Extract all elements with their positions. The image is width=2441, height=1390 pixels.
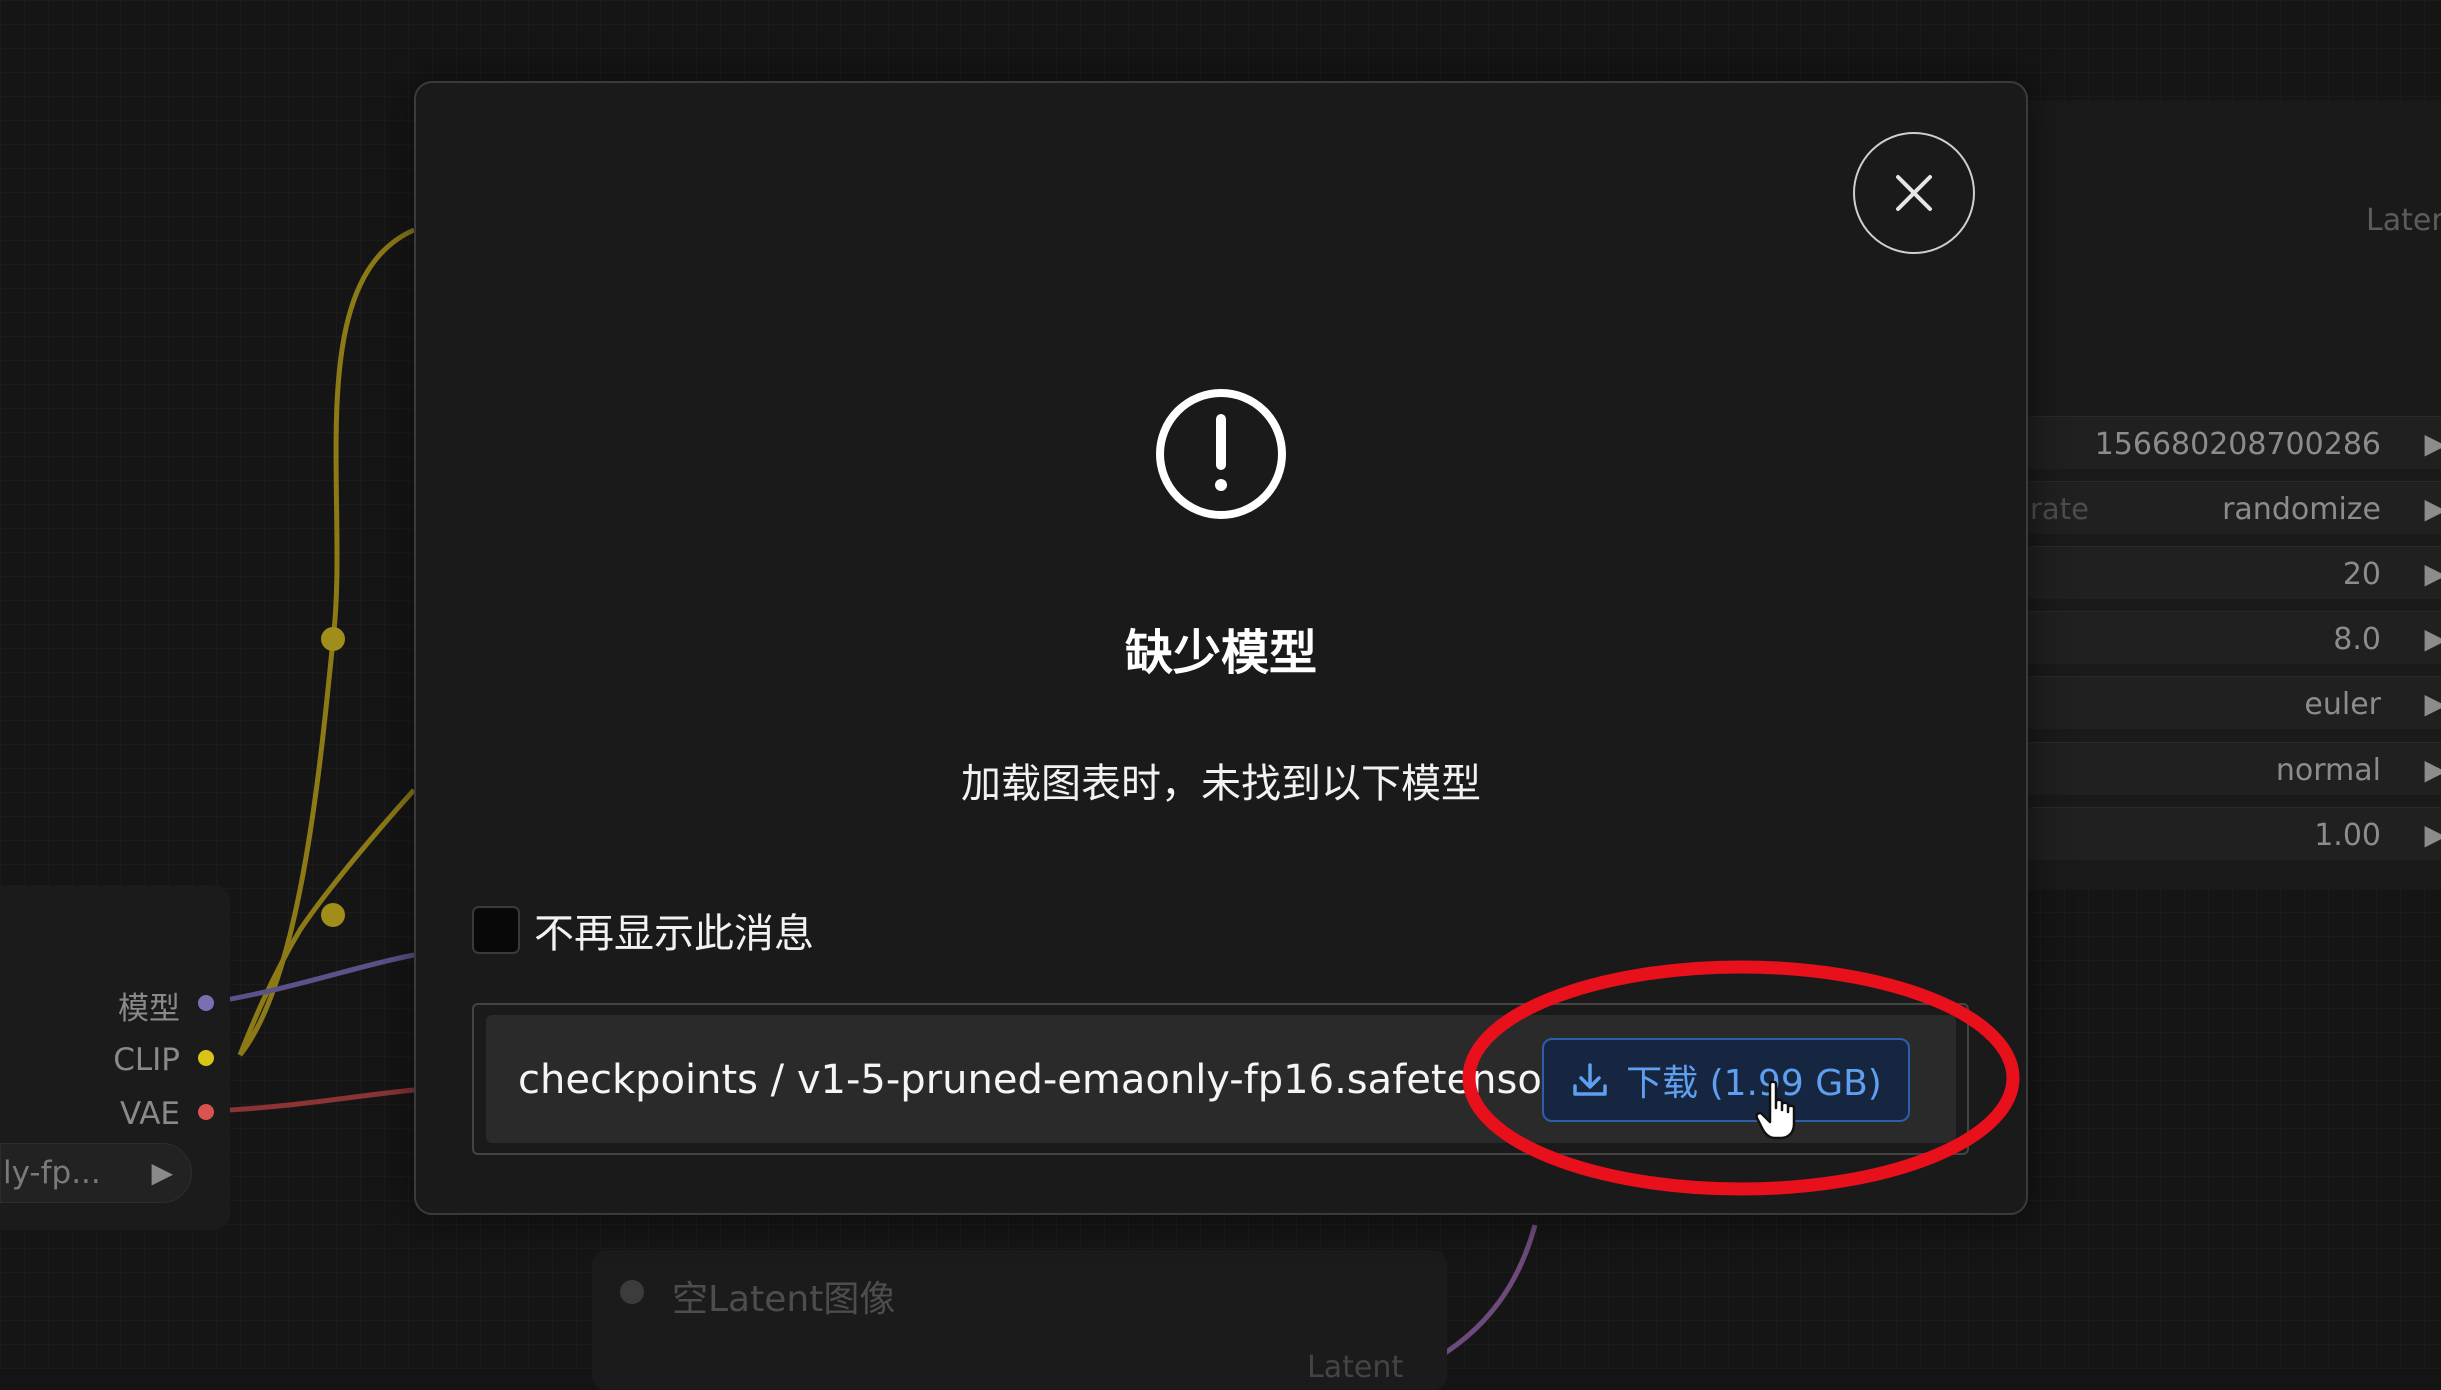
widget-value: 8.0 bbox=[2333, 622, 2381, 657]
widget-scheduler[interactable]: normal ▶ bbox=[2010, 742, 2441, 795]
widget-value: normal bbox=[2275, 753, 2381, 788]
empty-latent-node[interactable]: 空Latent图像 Latent bbox=[592, 1250, 1447, 1390]
output-model-slot[interactable] bbox=[198, 995, 214, 1011]
ckpt-name-widget[interactable]: ly-fp... ▶ bbox=[0, 1143, 192, 1203]
widget-seed[interactable]: 156680208700286 ▶ bbox=[2010, 416, 2441, 469]
close-icon bbox=[1896, 175, 1932, 211]
ksampler-output-label: Laten bbox=[2366, 203, 2441, 238]
output-model[interactable]: 模型 bbox=[0, 985, 180, 1027]
arrow-right-icon[interactable]: ▶ bbox=[2424, 427, 2441, 460]
arrow-right-icon[interactable]: ▶ bbox=[2424, 687, 2441, 720]
dialog-message: 加载图表时，未找到以下模型 bbox=[961, 761, 1481, 807]
arrow-right-icon[interactable]: ▶ bbox=[2424, 753, 2441, 786]
widget-name: rate bbox=[2030, 492, 2089, 526]
widget-value: randomize bbox=[2222, 492, 2381, 527]
node-title: 空Latent图像 bbox=[672, 1279, 896, 1320]
arrow-right-icon[interactable]: ▶ bbox=[2424, 492, 2441, 525]
link-reroute-dot-2 bbox=[321, 903, 345, 927]
output-vae-label: VAE bbox=[119, 1096, 180, 1132]
arrow-right-icon[interactable]: ▶ bbox=[2424, 557, 2441, 590]
missing-model-list: checkpoints / v1-5-pruned-emaonly-fp16.s… bbox=[472, 1003, 1969, 1155]
output-clip-slot[interactable] bbox=[198, 1050, 214, 1066]
missing-models-dialog: 缺少模型 加载图表时，未找到以下模型 不再显示此消息 checkpoints /… bbox=[414, 81, 2028, 1215]
widget-value: euler bbox=[2304, 687, 2381, 722]
link-reroute-dot-1 bbox=[321, 627, 345, 651]
close-button[interactable] bbox=[1853, 132, 1975, 254]
widget-control-after-generate[interactable]: rate randomize ▶ bbox=[2010, 481, 2441, 534]
missing-model-item: checkpoints / v1-5-pruned-emaonly-fp16.s… bbox=[486, 1015, 1956, 1143]
widget-steps[interactable]: 20 ▶ bbox=[2010, 546, 2441, 599]
output-model-label: 模型 bbox=[118, 990, 180, 1027]
dont-show-again-option[interactable]: 不再显示此消息 bbox=[472, 901, 814, 959]
exclamation-circle-icon bbox=[1156, 389, 1286, 519]
output-vae[interactable]: VAE bbox=[0, 1094, 180, 1134]
arrow-right-icon[interactable]: ▶ bbox=[2424, 818, 2441, 851]
download-button[interactable]: 下载 (1.99 GB) bbox=[1542, 1038, 1910, 1122]
link-purple bbox=[207, 952, 415, 1006]
dialog-title: 缺少模型 bbox=[1124, 625, 1317, 681]
dont-show-again-checkbox[interactable] bbox=[472, 906, 520, 954]
download-button-label: 下载 (1.99 GB) bbox=[1626, 1063, 1882, 1104]
node-collapse-dot[interactable] bbox=[620, 1280, 644, 1304]
widget-value: 156680208700286 bbox=[2094, 427, 2381, 462]
model-path: checkpoints / v1-5-pruned-emaonly-fp16.s… bbox=[518, 1057, 1580, 1103]
hand-cursor-icon bbox=[1755, 1080, 1796, 1140]
link-red bbox=[207, 1087, 415, 1114]
node-output-label: Latent bbox=[1307, 1350, 1404, 1385]
ckpt-name-value: ly-fp... bbox=[3, 1155, 101, 1191]
output-clip[interactable]: CLIP bbox=[0, 1040, 180, 1080]
output-vae-slot[interactable] bbox=[198, 1104, 214, 1120]
widget-value: 1.00 bbox=[2314, 818, 2381, 853]
output-clip-label: CLIP bbox=[113, 1042, 180, 1078]
arrow-right-icon[interactable]: ▶ bbox=[151, 1156, 173, 1189]
arrow-right-icon[interactable]: ▶ bbox=[2424, 622, 2441, 655]
widget-sampler[interactable]: euler ▶ bbox=[2010, 676, 2441, 729]
widget-value: 20 bbox=[2342, 557, 2381, 592]
dont-show-again-label: 不再显示此消息 bbox=[534, 911, 814, 957]
widget-denoise[interactable]: 1.00 ▶ bbox=[2010, 807, 2441, 860]
widget-cfg[interactable]: 8.0 ▶ bbox=[2010, 611, 2441, 664]
download-icon bbox=[1573, 1063, 1607, 1096]
